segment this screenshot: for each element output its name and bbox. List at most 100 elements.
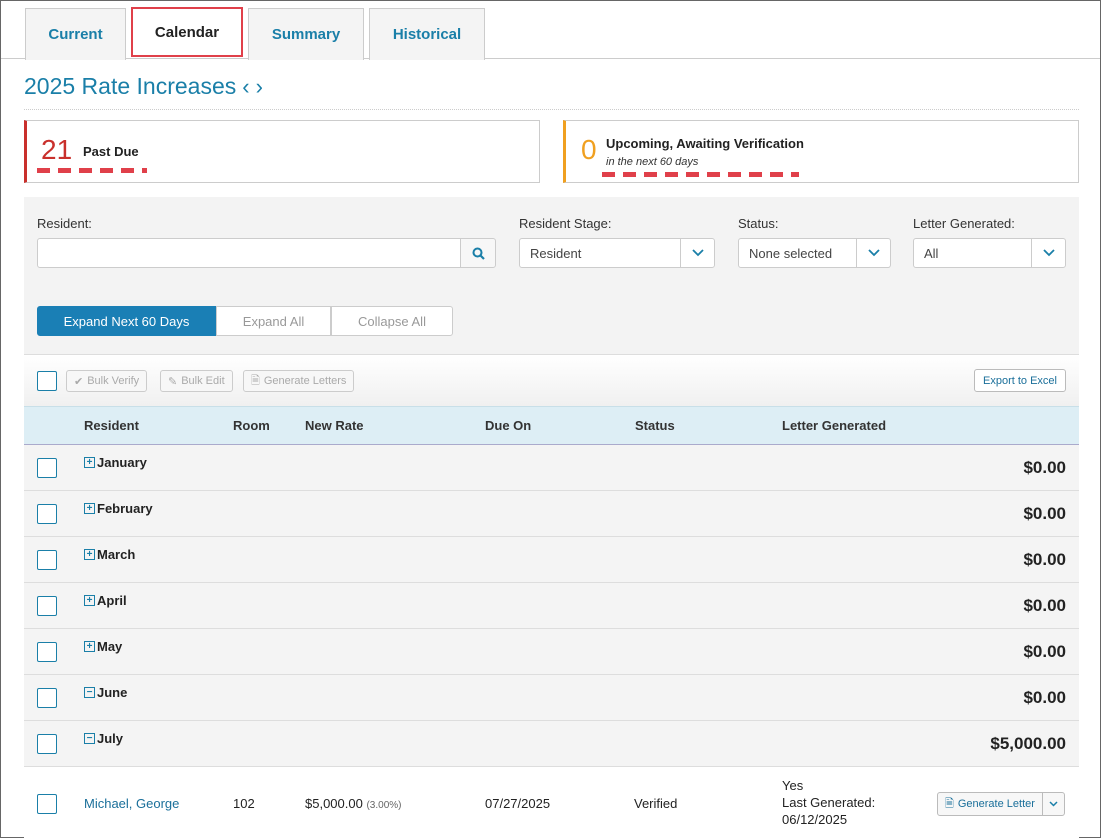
- page-title: 2025 Rate Increases ‹ ›: [24, 73, 263, 100]
- bulk-verify-button[interactable]: ✔ Bulk Verify: [66, 370, 148, 392]
- status-select[interactable]: None selected: [738, 238, 891, 268]
- resident-stage-select[interactable]: Resident: [519, 238, 715, 268]
- col-resident[interactable]: Resident: [84, 418, 139, 433]
- month-label: March: [97, 547, 136, 562]
- collapse-icon[interactable]: −: [84, 687, 95, 698]
- select-all-checkbox[interactable]: [37, 371, 57, 391]
- status-filter-label: Status:: [738, 216, 779, 231]
- group-checkbox[interactable]: [37, 550, 57, 570]
- expand-icon[interactable]: +: [84, 549, 95, 560]
- chevron-down-icon: [856, 239, 890, 267]
- letter-generated-cell: Yes Last Generated: 06/12/2025: [782, 777, 875, 828]
- month-group-march[interactable]: + March $0.00: [24, 537, 1079, 583]
- col-new-rate[interactable]: New Rate: [305, 418, 364, 433]
- prev-year-icon[interactable]: ‹: [242, 75, 249, 98]
- group-checkbox[interactable]: [37, 688, 57, 708]
- chevron-down-icon[interactable]: [1043, 801, 1064, 807]
- month-label: July: [97, 731, 124, 746]
- group-checkbox[interactable]: [37, 642, 57, 662]
- search-icon: [472, 247, 485, 260]
- status-value: None selected: [749, 245, 833, 261]
- col-due-on[interactable]: Due On: [485, 418, 531, 433]
- expand-next-60-button[interactable]: Expand Next 60 Days: [37, 306, 216, 336]
- month-group-may[interactable]: + May $0.00: [24, 629, 1079, 675]
- tab-summary[interactable]: Summary: [248, 8, 364, 60]
- group-name[interactable]: + April: [84, 593, 127, 608]
- group-name[interactable]: − July: [84, 731, 123, 746]
- table-toolbar: ✔ Bulk Verify ✎ Bulk Edit 🗎 Generate Letter…: [24, 354, 1079, 406]
- group-name[interactable]: + February: [84, 501, 153, 516]
- tab-current[interactable]: Current: [25, 8, 126, 60]
- export-excel-button[interactable]: Export to Excel: [974, 369, 1066, 392]
- collapse-icon[interactable]: −: [84, 733, 95, 744]
- past-due-card[interactable]: 21 Past Due: [24, 120, 540, 183]
- expand-icon[interactable]: +: [84, 503, 95, 514]
- month-group-february[interactable]: + February $0.00: [24, 491, 1079, 537]
- group-checkbox[interactable]: [37, 504, 57, 524]
- divider: [24, 109, 1079, 110]
- letter-yes: Yes: [782, 778, 804, 793]
- check-icon: ✔: [74, 375, 84, 388]
- tab-historical[interactable]: Historical: [369, 8, 485, 60]
- new-rate-cell: $5,000.00 (3.00%): [305, 796, 401, 811]
- month-group-july[interactable]: − July $5,000.00: [24, 721, 1079, 767]
- tab-bar: Current Calendar Summary Historical: [1, 1, 1100, 60]
- month-label: January: [97, 455, 147, 470]
- filter-panel: Resident: Resident Stage: Resident Statu…: [24, 197, 1079, 354]
- resident-stage-value: Resident: [530, 245, 582, 261]
- letter-generated-select[interactable]: All: [913, 238, 1066, 268]
- month-group-january[interactable]: + January $0.00: [24, 445, 1079, 491]
- expand-icon[interactable]: +: [84, 641, 95, 652]
- past-due-label: Past Due: [83, 144, 139, 159]
- group-name[interactable]: − June: [84, 685, 127, 700]
- month-group-april[interactable]: + April $0.00: [24, 583, 1079, 629]
- letter-generated-label: Letter Generated:: [913, 216, 1015, 231]
- next-year-icon[interactable]: ›: [256, 75, 263, 98]
- letter-generated-value: All: [924, 245, 939, 261]
- month-label: April: [97, 593, 127, 608]
- highlight-underline: [37, 168, 147, 173]
- letter-last-label: Last Generated:: [782, 795, 876, 810]
- group-name[interactable]: + March: [84, 547, 135, 562]
- expand-controls: Expand Next 60 Days Expand All Collapse …: [37, 306, 453, 336]
- group-name[interactable]: + January: [84, 455, 147, 470]
- group-checkbox[interactable]: [37, 596, 57, 616]
- group-total: $0.00: [1023, 596, 1066, 615]
- group-total: $0.00: [1023, 550, 1066, 569]
- expand-icon[interactable]: +: [84, 595, 95, 606]
- upcoming-label: Upcoming, Awaiting Verification: [606, 136, 804, 151]
- tab-calendar[interactable]: Calendar: [131, 7, 243, 57]
- col-room[interactable]: Room: [233, 418, 270, 433]
- search-button[interactable]: [460, 238, 496, 268]
- group-name[interactable]: + May: [84, 639, 122, 654]
- bulk-edit-button[interactable]: ✎ Bulk Edit: [160, 370, 233, 392]
- generate-letters-label: Generate Letters: [263, 375, 347, 387]
- col-status[interactable]: Status: [635, 418, 675, 433]
- group-checkbox[interactable]: [37, 458, 57, 478]
- upcoming-sublabel: in the next 60 days: [606, 156, 699, 168]
- generate-letter-main[interactable]: 🗎 Generate Letter: [938, 793, 1043, 815]
- chevron-down-icon: [1031, 239, 1065, 267]
- document-icon: 🗎: [251, 374, 260, 387]
- bulk-edit-label: Bulk Edit: [181, 375, 225, 387]
- expand-icon[interactable]: +: [84, 457, 95, 468]
- bulk-verify-label: Bulk Verify: [87, 375, 140, 387]
- month-group-june[interactable]: − June $0.00: [24, 675, 1079, 721]
- expand-all-button[interactable]: Expand All: [216, 306, 331, 336]
- generate-letter-label: Generate Letter: [957, 798, 1035, 810]
- generate-letter-button[interactable]: 🗎 Generate Letter: [937, 792, 1065, 816]
- group-checkbox[interactable]: [37, 734, 57, 754]
- letter-date: 06/12/2025: [782, 812, 848, 827]
- room-cell: 102: [233, 796, 255, 811]
- resident-link[interactable]: Michael, George: [84, 796, 179, 811]
- upcoming-count: 0: [581, 134, 597, 165]
- collapse-all-button[interactable]: Collapse All: [331, 306, 453, 336]
- resident-stage-label: Resident Stage:: [519, 216, 612, 231]
- row-checkbox[interactable]: [37, 794, 57, 814]
- generate-letters-button[interactable]: 🗎 Generate Letters: [243, 370, 355, 392]
- resident-search-input[interactable]: [37, 238, 461, 268]
- past-due-count: 21: [41, 134, 73, 165]
- group-total: $0.00: [1023, 504, 1066, 523]
- col-letter-generated[interactable]: Letter Generated: [782, 418, 886, 433]
- group-total: $0.00: [1023, 458, 1066, 477]
